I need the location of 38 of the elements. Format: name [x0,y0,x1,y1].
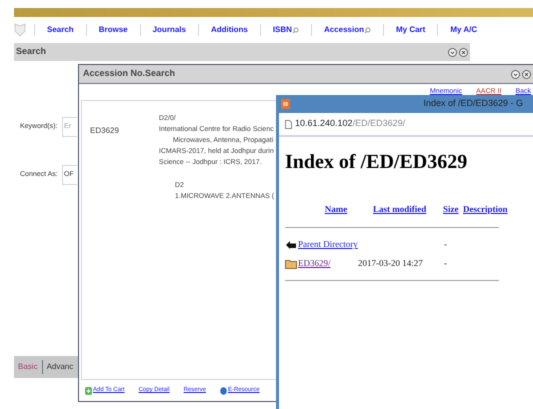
panel-title: Search [16,45,46,58]
tab[interactable]: Advanc [46,361,74,373]
plus-icon [85,386,92,394]
size-cell-text: - [444,238,447,252]
close-button[interactable] [459,48,468,56]
column-header-link[interactable]: Last modified [373,203,443,216]
search-icon [292,26,299,34]
accession-number: ED3629 [90,125,119,137]
folder-icon [285,259,297,269]
nav-link[interactable]: Accession [320,24,375,36]
column-header-link[interactable]: Size [443,203,463,216]
nav-link[interactable]: Additions [206,24,252,36]
size-cell-text: - [444,257,447,270]
nav-link[interactable]: My Cart [392,24,430,36]
collapse-button[interactable] [448,48,457,56]
modified-date: 2017-03-20 14:27 [358,258,423,268]
file-link[interactable]: Parent Directory [298,238,358,252]
window-title: Accession No.Search [83,67,176,80]
search-icon [364,26,371,34]
browser-title: Index of /ED/ED3629 - G [423,97,523,110]
nav-link[interactable]: Search [43,24,78,36]
column-header-link[interactable]: Description [463,203,513,216]
nav-link[interactable]: ISBN [268,24,303,36]
shield-logo-icon [14,23,26,37]
nav-link[interactable]: Journals [148,24,190,36]
page-icon [285,120,292,128]
tab[interactable]: Basic [18,361,38,373]
collapse-button[interactable] [511,70,520,78]
url-text: 10.61.240.102/ED/ED3629/ [295,117,406,130]
back-arrow-icon [285,240,297,250]
file-link[interactable]: ED3629/ [298,257,358,271]
column-header-link[interactable]: Name [299,203,373,216]
close-button[interactable] [522,70,531,78]
nav-link[interactable]: Browse [94,24,132,36]
address-bar[interactable]: 10.61.240.102/ED/ED3629/ [279,113,533,137]
app-icon [281,99,290,109]
page-heading: Index of /ED/ED3629 [285,150,468,175]
nav-link[interactable]: My A/C [446,24,482,36]
